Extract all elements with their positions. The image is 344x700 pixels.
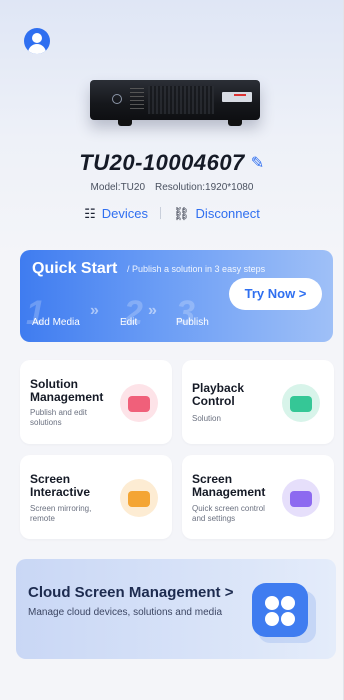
resolution-value: 1920*1080	[205, 182, 254, 193]
card-subtitle: Solution	[192, 414, 221, 423]
cloud-icon	[252, 583, 316, 643]
device-image	[90, 80, 260, 126]
cloud-subtitle: Manage cloud devices, solutions and medi…	[28, 607, 223, 618]
user-avatar-icon[interactable]	[24, 28, 50, 54]
cloud-title: Cloud Screen Management >	[28, 584, 234, 601]
device-actions: ☷ Devices ⛓ Disconnect	[0, 206, 344, 222]
step-label: Add Media	[32, 317, 80, 328]
screen-plus-icon	[120, 479, 158, 517]
step-label: Publish	[176, 317, 209, 328]
step-label: Edit	[120, 317, 138, 328]
model-label: Model:	[90, 182, 121, 193]
divider	[160, 207, 162, 219]
device-name: TU20-10004607	[79, 150, 245, 175]
disconnect-label: Disconnect	[195, 206, 260, 221]
card-title: Playback Control	[192, 381, 245, 408]
step-arrow-icon: »	[148, 302, 157, 319]
quick-start-banner[interactable]: Quick Start / Publish a solution in 3 ea…	[20, 250, 333, 342]
folder-icon	[120, 384, 158, 422]
device-meta: Model:TU20 Resolution:1920*1080	[0, 182, 344, 193]
devices-button[interactable]: ☷ Devices	[84, 206, 148, 221]
play-icon	[282, 384, 320, 422]
card-solution-management[interactable]: Solution Management Publish and edit sol…	[20, 360, 172, 444]
app-screen: TU20-10004607 ✎ Model:TU20 Resolution:1920…	[0, 0, 344, 700]
power-icon	[112, 94, 122, 104]
card-title: Solution Management	[30, 377, 104, 404]
cloud-screen-management-banner[interactable]: Cloud Screen Management > Manage cloud d…	[16, 559, 336, 659]
try-now-button[interactable]: Try Now >	[229, 278, 322, 310]
link-icon: ⛓	[173, 206, 190, 221]
resolution-label: Resolution:	[155, 182, 206, 193]
disconnect-button[interactable]: ⛓ Disconnect	[173, 206, 260, 221]
quick-start-title: Quick Start	[32, 260, 118, 277]
hexagon-settings-icon	[282, 479, 320, 517]
card-title: Screen Management	[192, 472, 266, 499]
model-value: TU20	[120, 182, 146, 193]
card-screen-management[interactable]: Screen Management Quick screen control a…	[182, 455, 334, 539]
edit-icon[interactable]: ✎	[251, 153, 265, 173]
devices-label: Devices	[101, 206, 149, 221]
step-arrow-icon: »	[90, 302, 99, 319]
device-name-row: TU20-10004607 ✎	[0, 150, 344, 176]
card-title: Screen Interactive	[30, 472, 91, 499]
card-subtitle: Publish and edit solutions	[30, 408, 87, 427]
card-playback-control[interactable]: Playback Control Solution	[182, 360, 334, 444]
card-subtitle: Screen mirroring, remote	[30, 504, 92, 523]
card-screen-interactive[interactable]: Screen Interactive Screen mirroring, rem…	[20, 455, 172, 539]
devices-icon: ☷	[84, 206, 96, 221]
quick-start-subtitle: / Publish a solution in 3 easy steps	[127, 264, 266, 274]
card-subtitle: Quick screen control and settings	[192, 504, 265, 523]
